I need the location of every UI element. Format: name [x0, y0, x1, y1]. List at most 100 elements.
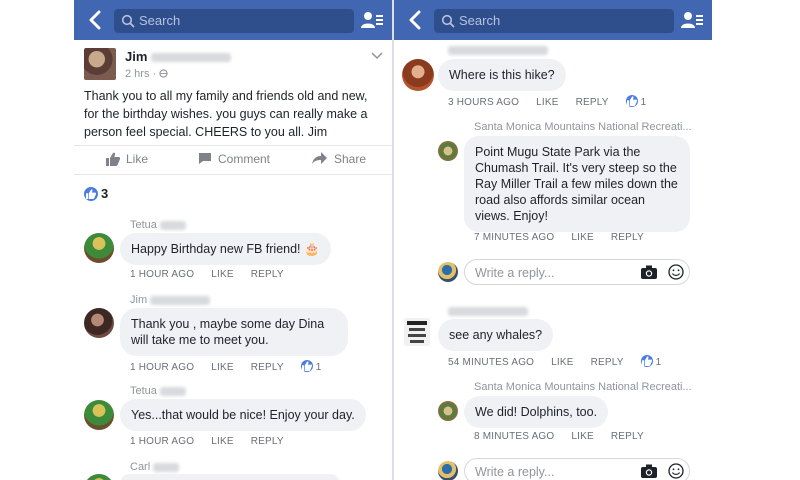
top-bar: Search [394, 0, 712, 40]
comment-bubble: Happy Birthday new FB friend! 🎂 [120, 233, 331, 265]
comment-author[interactable]: Tetua [130, 385, 186, 397]
share-label: Share [334, 152, 367, 166]
like-badge-icon [84, 187, 98, 201]
search-placeholder: Search [459, 13, 501, 28]
avatar[interactable] [402, 59, 434, 91]
search-input[interactable]: Search [114, 9, 354, 33]
reply-like-button[interactable]: LIKE [571, 431, 593, 442]
reply-time: 7 MINUTES AGO [474, 232, 555, 243]
comment-reply-button[interactable]: REPLY [591, 357, 624, 368]
like-badge-icon [625, 95, 638, 107]
comment-meta: 3 HOURS AGO LIKE REPLY 1 [448, 95, 646, 108]
reply-time: 8 MINUTES AGO [474, 431, 555, 442]
camera-icon[interactable] [641, 464, 657, 478]
comment-like-button[interactable]: LIKE [536, 97, 558, 108]
post-panel-left: Search Jim 2 hrs · Thank you to all my f… [74, 0, 392, 480]
globe-icon [159, 69, 168, 78]
friend-requests-icon[interactable] [361, 11, 383, 29]
comment-bubble: Yes...that would be nice! Enjoy your day… [120, 399, 366, 431]
comment-meta: 54 MINUTES AGO LIKE REPLY 1 [448, 355, 661, 368]
comment-button[interactable]: Comment [198, 152, 270, 166]
avatar [438, 262, 458, 282]
comment-reply-button[interactable]: REPLY [251, 362, 284, 373]
comment-reply-button[interactable]: REPLY [576, 97, 609, 108]
post-timestamp: 2 hrs · [125, 68, 168, 80]
reply-placeholder: Write a reply... [475, 266, 555, 280]
reply-author[interactable]: Santa Monica Mountains National Recreati… [474, 381, 692, 393]
avatar[interactable] [438, 141, 458, 161]
comment-meta: 1 HOUR AGO LIKE REPLY [130, 269, 298, 280]
thumbs-up-icon [106, 152, 120, 166]
search-placeholder: Search [139, 13, 181, 28]
back-arrow-icon[interactable] [84, 8, 108, 32]
like-badge-icon [640, 355, 653, 367]
reply-like-button[interactable]: LIKE [571, 232, 593, 243]
avatar[interactable] [84, 48, 116, 80]
comment-likes-count: 1 [315, 362, 322, 373]
comment-like-button[interactable]: LIKE [211, 436, 233, 447]
comment-reply-button[interactable]: REPLY [251, 436, 284, 447]
top-bar: Search [74, 0, 392, 40]
back-arrow-icon[interactable] [404, 8, 428, 32]
comment-bubble [120, 474, 340, 480]
reply-input[interactable]: Write a reply... [464, 458, 690, 480]
reply-meta: 7 MINUTES AGO LIKE REPLY [474, 232, 658, 243]
like-label: Like [126, 152, 149, 166]
reply-reply-button[interactable]: REPLY [611, 232, 644, 243]
comment-icon [199, 153, 211, 164]
avatar[interactable] [84, 308, 114, 338]
comment-author[interactable] [448, 305, 528, 317]
like-badge-icon [300, 360, 313, 372]
comment-time: 1 HOUR AGO [130, 269, 195, 280]
share-icon [312, 152, 327, 164]
reply-bubble: Point Mugu State Park via the Chumash Tr… [464, 136, 690, 232]
comment-reply-button[interactable]: REPLY [251, 269, 284, 280]
comment-meta: 1 HOUR AGO LIKE REPLY [130, 436, 298, 447]
search-icon [441, 14, 455, 28]
comment-like-button[interactable]: LIKE [211, 362, 233, 373]
comment-author[interactable] [448, 44, 548, 56]
post-author[interactable]: Jim [125, 49, 232, 64]
comment-time: 3 HOURS AGO [448, 97, 520, 108]
camera-icon[interactable] [641, 265, 657, 279]
comment-likes-count: 1 [655, 357, 662, 368]
post-text: Thank you to all my family and friends o… [84, 89, 368, 139]
comment-likes-count: 1 [640, 97, 647, 108]
search-icon [121, 14, 135, 28]
comment-author[interactable]: Carl [130, 461, 180, 473]
comment-label: Comment [218, 152, 271, 166]
comment-bubble: Where is this hike? [438, 59, 566, 91]
reply-reply-button[interactable]: REPLY [611, 431, 644, 442]
comment-author[interactable]: Jim [130, 294, 211, 306]
avatar [438, 461, 458, 480]
comment-like-button[interactable]: LIKE [211, 269, 233, 280]
like-button[interactable]: Like [106, 152, 148, 166]
avatar[interactable] [84, 400, 114, 430]
reply-input[interactable]: Write a reply... [464, 259, 690, 285]
reply-meta: 8 MINUTES AGO LIKE REPLY [474, 431, 658, 442]
share-button[interactable]: Share [312, 152, 366, 166]
comment-time: 54 MINUTES AGO [448, 357, 535, 368]
reply-bubble: We did! Dolphins, too. [464, 396, 609, 428]
chevron-down-icon[interactable] [371, 52, 383, 60]
post-actions: Like Comment Share [74, 145, 392, 175]
comment-bubble: see any whales? [438, 319, 554, 351]
comment-author[interactable]: Tetua [130, 219, 186, 231]
reply-author[interactable]: Santa Monica Mountains National Recreati… [474, 121, 692, 133]
friend-requests-icon[interactable] [681, 11, 703, 29]
reply-placeholder: Write a reply... [475, 465, 555, 479]
search-input[interactable]: Search [434, 9, 674, 33]
avatar[interactable] [438, 401, 458, 421]
comment-like-button[interactable]: LIKE [551, 357, 573, 368]
comment-bubble: Thank you , maybe some day Dina will tak… [120, 308, 348, 356]
avatar[interactable] [84, 474, 114, 480]
emoji-icon[interactable] [668, 463, 684, 479]
comment-meta: 1 HOUR AGO LIKE REPLY 1 [130, 360, 322, 373]
avatar[interactable] [84, 233, 114, 263]
comment-time: 1 HOUR AGO [130, 362, 195, 373]
likes-count: 3 [101, 186, 109, 201]
emoji-icon[interactable] [668, 264, 684, 280]
post-panel-right: Search Where is this hike? 3 HOURS AGO L… [394, 0, 712, 480]
avatar[interactable] [404, 318, 430, 346]
comment-time: 1 HOUR AGO [130, 436, 195, 447]
